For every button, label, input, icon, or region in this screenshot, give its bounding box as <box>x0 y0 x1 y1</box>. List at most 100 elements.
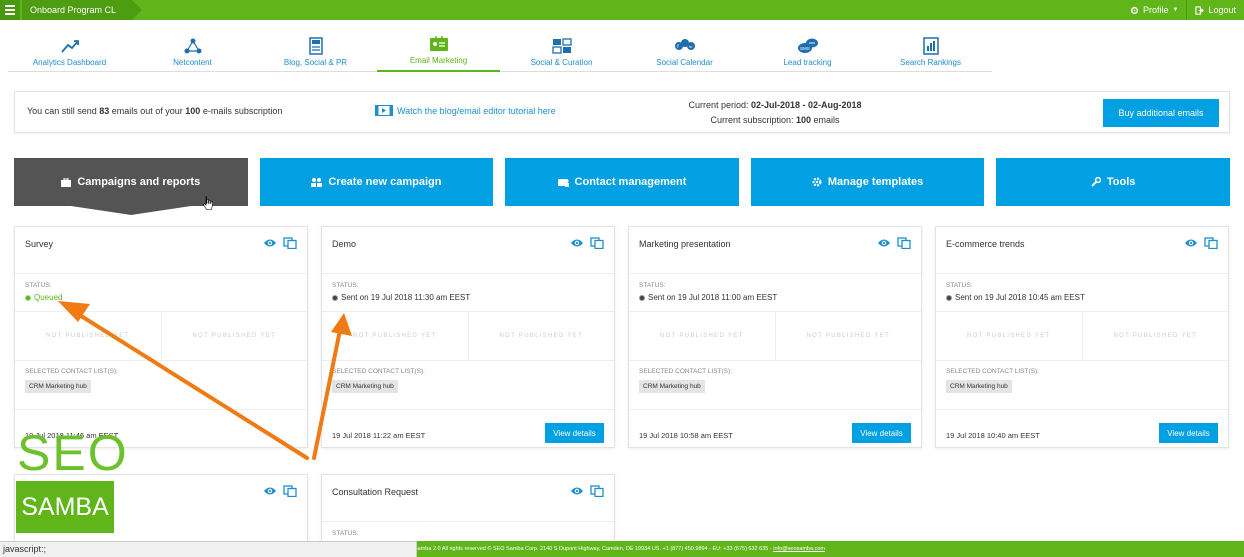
status-label: STATUS: <box>946 282 973 289</box>
campaign-title: Consultation Request <box>332 487 419 497</box>
action-label: Create new campaign <box>328 176 442 188</box>
hamburger-menu-icon[interactable] <box>0 0 20 20</box>
tab-search-rankings[interactable]: Search Rankings <box>869 32 992 72</box>
tab-label: Analytics Dashboard <box>32 58 107 67</box>
email-card-icon <box>429 36 448 51</box>
copy-icon[interactable] <box>897 237 911 249</box>
manage-templates-button[interactable]: Manage templates <box>750 158 985 206</box>
tutorial-label: Watch the blog/email editor tutorial her… <box>397 105 556 116</box>
contact-list-tag: CRM Marketing hub <box>946 380 1012 393</box>
caret-down-icon: ▼ <box>1172 7 1179 13</box>
contact-management-button[interactable]: Contact management <box>505 158 739 206</box>
tab-email-marketing[interactable]: Email Marketing <box>377 32 500 72</box>
contact-list-tag: CRM Marketing hub <box>639 380 705 393</box>
footer-email-link[interactable]: info@seosamba.com <box>773 546 825 552</box>
not-published-placeholder: NOT PUBLISHED YET <box>352 333 437 339</box>
wrench-icon <box>1091 177 1101 187</box>
tab-label: Social Calendar <box>656 58 713 67</box>
eye-icon[interactable] <box>263 237 277 249</box>
action-label: Tools <box>1106 176 1136 188</box>
curation-icon <box>551 38 572 54</box>
contact-lists-label: SELECTED CONTACT LIST(S): <box>946 368 1039 375</box>
campaign-card: Demo STATUS: Sent on 19 Jul 2018 11:30 a… <box>321 226 615 448</box>
tab-label: Lead tracking <box>783 58 832 67</box>
publish-placeholders: NOT PUBLISHED YET NOT PUBLISHED YET <box>15 311 307 361</box>
rankings-icon <box>922 37 939 55</box>
contact-lists-label: SELECTED CONTACT LIST(S): <box>332 368 425 375</box>
tools-button[interactable]: Tools <box>996 158 1230 206</box>
social-networks-icon: f in <box>674 39 695 50</box>
tutorial-link[interactable]: Watch the blog/email editor tutorial her… <box>375 105 556 116</box>
subscription-info-panel: You can still send 83 emails out of your… <box>14 91 1230 133</box>
logout-link[interactable]: Logout <box>1186 0 1244 20</box>
copy-icon[interactable] <box>590 485 604 497</box>
status-dot-icon <box>25 294 31 301</box>
campaign-card: Marketing presentation STATUS: Sent on 1… <box>628 226 922 448</box>
gear-icon <box>812 177 822 187</box>
chart-line-icon <box>60 40 79 53</box>
campaign-date: 19 Jul 2018 10:58 am EEST <box>639 431 733 440</box>
contact-lists-label: SELECTED CONTACT LIST(S): <box>25 368 118 375</box>
profile-menu[interactable]: Profile ▼ <box>1122 0 1186 20</box>
campaign-card: E-commerce trends STATUS: Sent on 19 Jul… <box>935 226 1229 448</box>
eye-icon[interactable] <box>1184 237 1198 249</box>
tab-netcontent[interactable]: Netcontent <box>131 32 254 72</box>
sms-bubble-icon: SMS <box>797 38 818 53</box>
campaign-status: Queued <box>25 293 62 302</box>
action-label: Campaigns and reports <box>77 176 201 188</box>
users-icon <box>311 177 323 187</box>
logout-icon <box>1195 5 1205 15</box>
logout-label: Logout <box>1208 5 1236 15</box>
tab-analytics-dashboard[interactable]: Analytics Dashboard <box>8 32 131 72</box>
seo-samba-logo: SAMBA <box>16 481 114 533</box>
campaign-title: Demo <box>332 239 357 249</box>
status-dot-icon <box>946 294 952 301</box>
tab-blog-social-pr[interactable]: Blog, Social & PR <box>254 32 377 72</box>
tab-lead-tracking[interactable]: SMS Lead tracking <box>746 32 869 72</box>
view-details-button[interactable]: View details <box>852 423 911 443</box>
status-label: STATUS: <box>25 282 52 289</box>
buy-additional-emails-button[interactable]: Buy additional emails <box>1103 99 1219 127</box>
contact-list-tag: CRM Marketing hub <box>25 380 91 393</box>
seo-samba-logo-text: SEO <box>17 425 129 481</box>
campaign-title: E-commerce trends <box>946 239 1025 249</box>
document-icon <box>308 37 323 55</box>
action-label: Manage templates <box>827 176 924 188</box>
publish-placeholders: NOT PUBLISHED YET NOT PUBLISHED YET <box>629 311 921 361</box>
campaign-card: Consultation Request STATUS: <box>321 474 615 542</box>
copy-icon[interactable] <box>283 237 297 249</box>
copy-icon[interactable] <box>590 237 604 249</box>
tab-label: Blog, Social & PR <box>283 58 348 67</box>
eye-icon[interactable] <box>570 237 584 249</box>
copy-icon[interactable] <box>283 485 297 497</box>
tab-label: Email Marketing <box>409 56 468 65</box>
hand-cursor-icon <box>203 196 213 210</box>
contact-list-tag: CRM Marketing hub <box>332 380 398 393</box>
browser-status-bar: javascript:; <box>0 541 417 557</box>
program-breadcrumb[interactable]: Onboard Program CL <box>22 0 143 20</box>
not-published-placeholder: NOT PUBLISHED YET <box>774 312 922 360</box>
eye-icon[interactable] <box>877 237 891 249</box>
eye-icon[interactable] <box>570 485 584 497</box>
view-details-button[interactable]: View details <box>1159 423 1218 443</box>
view-details-button[interactable]: View details <box>545 423 604 443</box>
eye-icon[interactable] <box>263 485 277 497</box>
contact-lists-label: SELECTED CONTACT LIST(S): <box>639 368 732 375</box>
top-bar: Onboard Program CL Profile ▼ Logout <box>0 0 1244 20</box>
svg-text:in: in <box>689 44 692 49</box>
footer-text: Samba 2.0 All rights reserved © SEO Samb… <box>414 546 825 552</box>
send-quota-text: You can still send 83 emails out of your… <box>27 106 283 116</box>
campaign-status: Sent on 19 Jul 2018 11:30 am EEST <box>332 293 470 302</box>
copy-icon[interactable] <box>1204 237 1218 249</box>
module-tabs: Analytics Dashboard Netcontent Blog, Soc… <box>8 32 992 72</box>
not-published-placeholder: NOT PUBLISHED YET <box>966 333 1051 339</box>
tab-social-calendar[interactable]: f in Social Calendar <box>623 32 746 72</box>
status-label: STATUS: <box>332 282 359 289</box>
campaign-date: 19 Jul 2018 10:40 am EEST <box>946 431 1040 440</box>
tab-social-curation[interactable]: Social & Curation <box>500 32 623 72</box>
create-new-campaign-button[interactable]: Create new campaign <box>259 158 494 206</box>
briefcase-icon <box>61 177 72 187</box>
publish-placeholders: NOT PUBLISHED YET NOT PUBLISHED YET <box>322 311 614 361</box>
not-published-placeholder: NOT PUBLISHED YET <box>160 312 308 360</box>
campaign-card: Survey STATUS: Queued NOT PUBLISHED YET … <box>14 226 308 448</box>
